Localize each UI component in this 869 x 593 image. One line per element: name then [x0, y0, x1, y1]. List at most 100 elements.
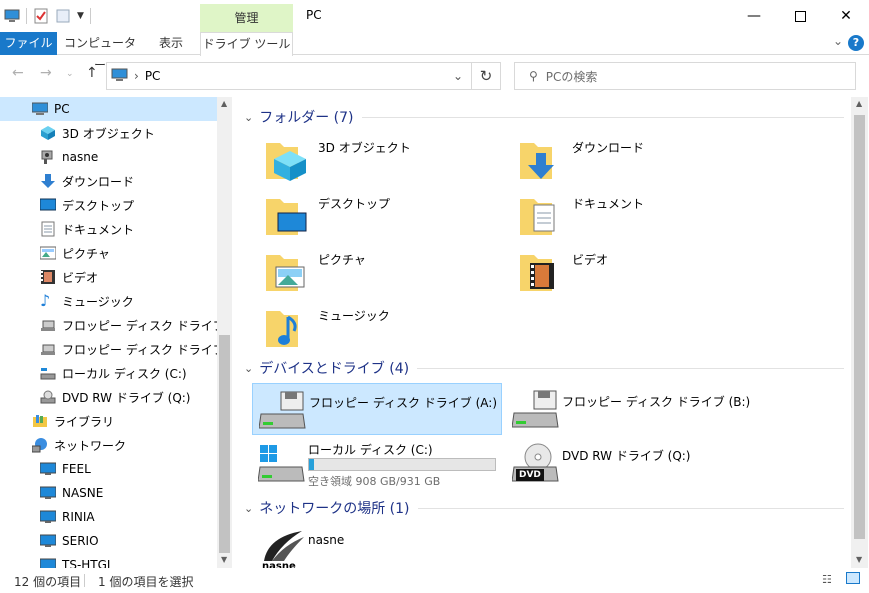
sidebar-item-floppy-a[interactable]: フロッピー ディスク ドライブ (A:) — [0, 313, 232, 337]
search-placeholder: PCの検索 — [545, 69, 598, 84]
item-count: 12 個の項目 — [14, 575, 82, 589]
folder-item-videos[interactable]: ビデオ — [516, 247, 766, 299]
pc-icon[interactable] — [4, 8, 20, 24]
scroll-down-icon[interactable]: ▼ — [856, 555, 862, 564]
sidebar-item-documents[interactable]: ドキュメント — [0, 217, 217, 241]
large-icons-view-icon[interactable] — [846, 572, 860, 584]
folder-item-desktop[interactable]: デスクトップ — [262, 191, 512, 243]
scroll-up-icon[interactable]: ▲ — [856, 99, 862, 108]
ribbon-expand-icon[interactable]: ⌄ — [833, 34, 843, 48]
address-bar[interactable]: › PC ⌄ — [106, 62, 472, 90]
folder-item-pictures[interactable]: ピクチャ — [262, 247, 512, 299]
collapse-chevron-icon[interactable]: ⌄ — [244, 111, 253, 124]
content-scrollbar[interactable]: ▲ ▼ — [851, 97, 868, 568]
collapse-chevron-icon[interactable]: ⌄ — [244, 362, 253, 375]
details-view-icon[interactable]: ☷ — [822, 573, 832, 586]
sidebar-item-3d-objects[interactable]: 3D オブジェクト — [0, 121, 217, 145]
3d-objects-icon — [40, 125, 56, 141]
sidebar-item-desktop[interactable]: デスクトップ — [0, 193, 217, 217]
floppy-drive-icon — [259, 391, 306, 429]
group-header-network[interactable]: ⌄ ネットワークの場所 (1) — [244, 498, 844, 518]
up-arrow-icon[interactable]: ↑ — [86, 65, 98, 81]
sidebar-item-local-disk-c[interactable]: ローカル ディスク (C:) — [0, 361, 217, 385]
sidebar-item-dvd-q[interactable]: DVD RW ドライブ (Q:) — [0, 385, 217, 409]
sidebar-item-label: 3D オブジェクト — [62, 126, 155, 141]
videos-folder-icon — [520, 255, 554, 291]
folder-item-downloads[interactable]: ダウンロード — [516, 135, 766, 187]
sidebar-item-label: RINIA — [62, 510, 95, 524]
disk-usage-bar — [308, 458, 496, 471]
help-icon[interactable]: ? — [848, 35, 864, 51]
window-title: PC — [306, 8, 322, 22]
sidebar-item-pc[interactable]: PC — [0, 97, 217, 121]
sidebar-item-label: ドキュメント — [62, 222, 135, 237]
folder-label: ダウンロード — [572, 141, 645, 155]
close-button[interactable]: ✕ — [823, 0, 869, 32]
qat-dropdown-icon[interactable]: ▼ — [77, 11, 84, 21]
sidebar-item-label: NASNE — [62, 486, 104, 500]
sidebar-item-nasne[interactable]: nasne — [0, 145, 217, 169]
device-item-local-disk-c[interactable]: ローカル ディスク (C:) 空き領域 908 GB/931 GB — [252, 437, 502, 489]
sidebar-item-network[interactable]: ネットワーク — [0, 433, 217, 457]
scrollbar-thumb[interactable] — [219, 335, 230, 553]
sidebar-item-ts-htgl[interactable]: TS-HTGL — [0, 553, 217, 568]
sidebar-item-rinia[interactable]: RINIA — [0, 505, 217, 529]
refresh-button[interactable]: ↻ — [472, 62, 501, 90]
sidebar-item-floppy-b[interactable]: フロッピー ディスク ドライブ (B:) — [0, 337, 232, 361]
tab-view[interactable]: 表示 — [145, 32, 197, 55]
pc-icon — [31, 101, 49, 117]
folder-label: デスクトップ — [318, 197, 391, 211]
folder-item-music[interactable]: ミュージック — [262, 303, 512, 355]
tab-computer[interactable]: コンピューター — [60, 32, 140, 72]
sidebar-item-downloads[interactable]: ダウンロード — [0, 169, 217, 193]
sidebar-item-label: TS-HTGL — [62, 558, 114, 568]
sidebar-item-libraries[interactable]: ライブラリ — [0, 409, 217, 433]
folder-item-documents[interactable]: ドキュメント — [516, 191, 766, 243]
breadcrumb[interactable]: PC — [145, 69, 161, 83]
scroll-up-icon[interactable]: ▲ — [221, 99, 227, 108]
tab-drive-tools[interactable]: ドライブ ツール — [200, 32, 293, 56]
search-input[interactable]: ⚲ PCの検索 — [514, 62, 856, 90]
context-tab-group: 管理 — [200, 4, 293, 32]
maximize-button[interactable] — [777, 0, 823, 32]
sidebar-item-label: フロッピー ディスク ドライブ (B:) — [62, 342, 232, 357]
group-header-folders[interactable]: ⌄ フォルダー (7) — [244, 107, 844, 127]
disk-free-space: 空き領域 908 GB/931 GB — [308, 475, 441, 488]
search-icon: ⚲ — [529, 69, 538, 83]
back-arrow-icon[interactable]: ← — [12, 65, 24, 81]
nasne-logo-text: nasne — [262, 561, 296, 568]
separator — [26, 8, 27, 24]
forward-arrow-icon[interactable]: → — [40, 65, 52, 81]
sidebar-item-label: ピクチャ — [62, 246, 110, 261]
scroll-down-icon[interactable]: ▼ — [221, 555, 227, 564]
properties-icon[interactable] — [33, 8, 49, 24]
address-dropdown-icon[interactable]: ⌄ — [453, 69, 463, 83]
network-item-nasne[interactable]: nasne nasne — [252, 525, 502, 568]
device-item-dvd-q[interactable]: DVD DVD RW ドライブ (Q:) — [506, 437, 756, 489]
group-header-devices[interactable]: ⌄ デバイスとドライブ (4) — [244, 358, 844, 378]
separator — [84, 574, 85, 587]
floppy-icon — [40, 317, 56, 333]
sidebar-item-label: PC — [54, 102, 70, 116]
sidebar-item-nasne-computer[interactable]: NASNE — [0, 481, 217, 505]
group-title: デバイスとドライブ (4) — [259, 361, 410, 377]
sidebar-item-pictures[interactable]: ピクチャ — [0, 241, 217, 265]
breadcrumb-chevron-icon[interactable]: › — [134, 69, 139, 83]
device-item-floppy-b[interactable]: フロッピー ディスク ドライブ (B:) — [506, 383, 756, 435]
collapse-chevron-icon[interactable]: ⌄ — [244, 502, 253, 515]
scrollbar-thumb[interactable] — [854, 115, 865, 539]
sidebar-item-music[interactable]: ♪ ミュージック — [0, 289, 217, 313]
tab-file[interactable]: ファイル — [0, 32, 57, 55]
sidebar-item-videos[interactable]: ビデオ — [0, 265, 217, 289]
minimize-button[interactable]: — — [731, 0, 777, 32]
new-folder-icon[interactable] — [55, 8, 71, 24]
recent-dropdown-icon[interactable]: ⌄ — [66, 69, 74, 79]
sidebar-item-label: ダウンロード — [62, 174, 135, 189]
sidebar-item-feel[interactable]: FEEL — [0, 457, 217, 481]
disk-usage-fill — [309, 459, 314, 470]
device-item-floppy-a[interactable]: フロッピー ディスク ドライブ (A:) — [252, 383, 502, 435]
local-disk-icon — [258, 445, 305, 482]
sidebar-item-serio[interactable]: SERIO — [0, 529, 217, 553]
folder-item-3d-objects[interactable]: 3D オブジェクト — [262, 135, 512, 187]
navigation-pane-scrollbar[interactable]: ▲ ▼ — [217, 97, 232, 568]
